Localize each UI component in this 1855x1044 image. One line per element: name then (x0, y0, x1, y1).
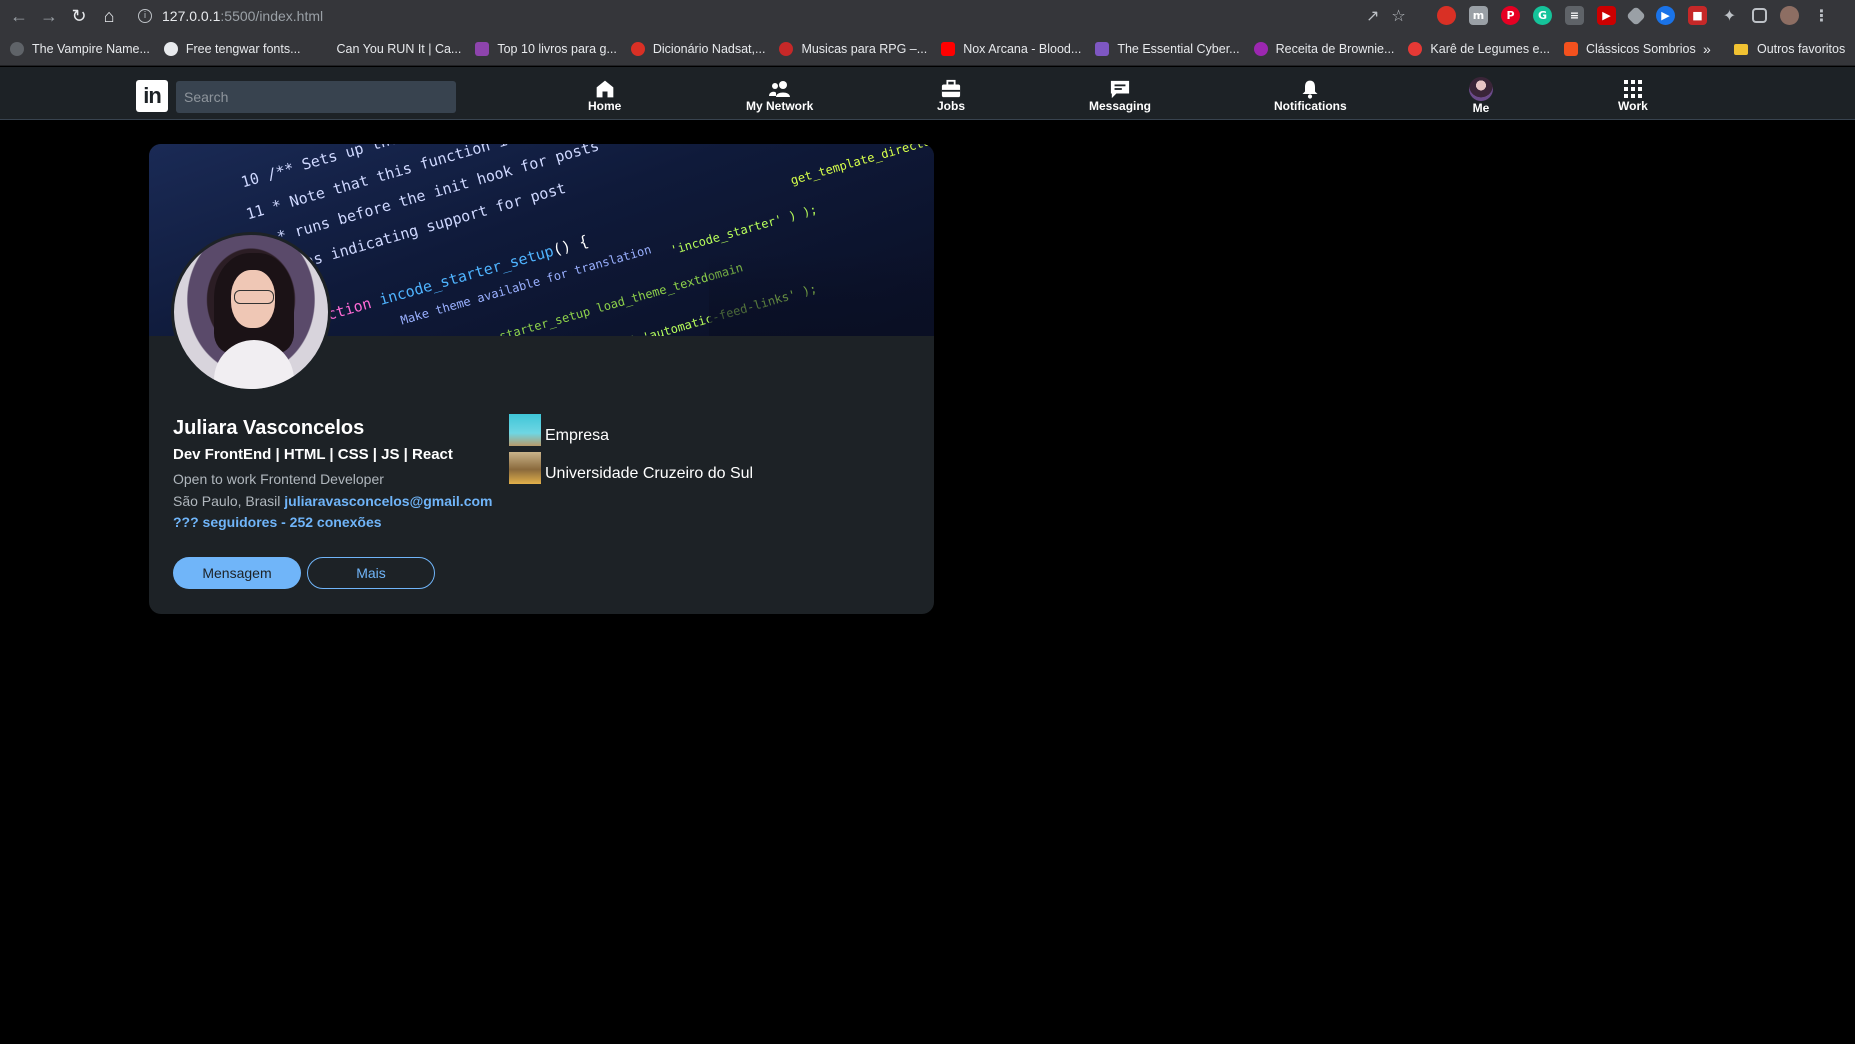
company-name: Empresa (545, 427, 610, 444)
puzzle-icon[interactable]: ✦ (1720, 6, 1739, 25)
education-item[interactable]: Universidade Cruzeiro do Sul (509, 452, 753, 484)
share-icon[interactable]: ↗ (1366, 6, 1379, 25)
nav-home[interactable]: Home (588, 79, 621, 113)
extension-icon[interactable]: ≡ (1565, 6, 1584, 25)
company-logo-icon (509, 414, 541, 446)
bookmark-item[interactable]: Can You RUN It | Ca... (315, 42, 462, 56)
grammarly-icon[interactable]: G (1533, 6, 1552, 25)
menu-icon[interactable]: ⋮ (1812, 6, 1831, 25)
bookmark-item[interactable]: The Vampire Name... (10, 41, 150, 56)
bookmark-favicon-icon (630, 41, 645, 56)
bookmark-favicon-icon (1095, 41, 1110, 56)
browser-toolbar: ← → ↻ ⌂ i 127.0.0.1:5500/index.html ↗ ☆ … (0, 0, 1855, 32)
grid-icon (1623, 79, 1642, 99)
profile-connections[interactable]: ??? seguidores - 252 conexões (173, 514, 382, 530)
nav-my-network[interactable]: My Network (746, 79, 813, 113)
extension-icon[interactable] (1626, 5, 1646, 26)
extension-icon[interactable]: ▶ (1597, 6, 1616, 25)
bell-icon (1300, 79, 1320, 99)
home-icon (595, 79, 615, 99)
education-name: Universidade Cruzeiro do Sul (545, 465, 754, 482)
side-panel-icon[interactable] (1752, 8, 1767, 23)
bookmark-item[interactable]: Receita de Brownie... (1253, 41, 1394, 56)
extension-icon[interactable]: ▶ (1656, 6, 1675, 25)
url-path: :5500/index.html (220, 8, 324, 24)
message-button[interactable]: Mensagem (173, 557, 301, 589)
profile-email-link[interactable]: juliaravasconcelos@gmail.com (284, 493, 492, 509)
bookmark-item[interactable]: Free tengwar fonts... (163, 41, 301, 56)
company-item[interactable]: Empresa (509, 414, 609, 446)
nav-me[interactable]: Me (1469, 76, 1493, 115)
bookmark-item[interactable]: Top 10 livros para g... (475, 41, 617, 56)
bookmark-favicon-icon (315, 42, 329, 56)
network-icon (768, 79, 792, 99)
bookmark-favicon-icon (475, 41, 490, 56)
extension-icon[interactable]: ■ (1688, 6, 1707, 25)
url-host: 127.0.0.1 (162, 8, 221, 24)
briefcase-icon (940, 79, 962, 99)
bookmark-favicon-icon (1408, 41, 1423, 56)
avatar (1469, 76, 1493, 101)
site-info-icon[interactable]: i (138, 9, 152, 23)
bookmark-favicon-icon (1563, 41, 1578, 56)
profile-subtitle: Open to work Frontend Developer (173, 471, 384, 487)
extension-icon[interactable] (1437, 6, 1456, 25)
back-icon[interactable]: ← (4, 1, 34, 31)
bookmark-item[interactable]: Nox Arcana - Blood... (941, 41, 1081, 56)
messaging-icon (1109, 79, 1131, 99)
bookmark-item[interactable]: Dicionário Nadsat,... (630, 41, 765, 56)
profile-card: 10 /** Sets up theme defaults 11 * Note … (149, 144, 934, 614)
reload-icon[interactable]: ↻ (64, 1, 94, 31)
forward-icon[interactable]: → (34, 1, 64, 31)
star-icon[interactable]: ☆ (1391, 6, 1405, 25)
nav-notifications[interactable]: Notifications (1274, 79, 1347, 113)
nav-work[interactable]: Work (1618, 79, 1648, 113)
bookmark-item[interactable]: Clássicos Sombrios (1563, 41, 1696, 56)
extensions-bar: m P G ≡ ▶ ▶ ■ ✦ ⋮ (1437, 5, 1831, 26)
bookmark-item[interactable]: Musicas para RPG –... (779, 41, 927, 56)
bookmark-favicon-icon (10, 41, 24, 56)
nav-jobs[interactable]: Jobs (937, 79, 965, 113)
bookmark-item[interactable]: The Essential Cyber... (1095, 41, 1240, 56)
profile-location: São Paulo, Brasil (173, 493, 281, 509)
extension-icon[interactable]: m (1469, 6, 1488, 25)
university-logo-icon (509, 452, 541, 484)
profile-photo[interactable] (171, 232, 331, 392)
bookmark-favicon-icon (941, 41, 956, 56)
search-input[interactable] (176, 81, 456, 113)
profile-name: Juliara Vasconcelos (173, 417, 365, 439)
bookmark-favicon-icon (779, 41, 794, 56)
profile-location-line: São Paulo, Brasil juliaravasconcelos@gma… (173, 493, 492, 509)
bookmarks-overflow-icon[interactable]: » (1703, 41, 1711, 57)
nav-messaging[interactable]: Messaging (1089, 79, 1151, 113)
bookmarks-bar: The Vampire Name... Free tengwar fonts..… (0, 32, 1855, 66)
more-button[interactable]: Mais (307, 557, 435, 589)
other-bookmarks[interactable]: Outros favoritos (1734, 32, 1845, 66)
folder-icon (1734, 43, 1748, 55)
profile-icon[interactable] (1780, 6, 1799, 25)
bookmark-favicon-icon (163, 41, 178, 56)
linkedin-header: in Home My Network Jobs Messaging Notifi… (0, 67, 1855, 120)
profile-headline: Dev FrontEnd | HTML | CSS | JS | React (173, 446, 453, 463)
pinterest-icon[interactable]: P (1501, 6, 1520, 25)
bookmark-favicon-icon (1253, 41, 1268, 56)
linkedin-logo-icon[interactable]: in (136, 80, 168, 112)
bookmark-item[interactable]: Karê de Legumes e... (1408, 41, 1550, 56)
home-browser-icon[interactable]: ⌂ (94, 1, 124, 31)
address-bar[interactable]: i 127.0.0.1:5500/index.html (138, 4, 1348, 28)
